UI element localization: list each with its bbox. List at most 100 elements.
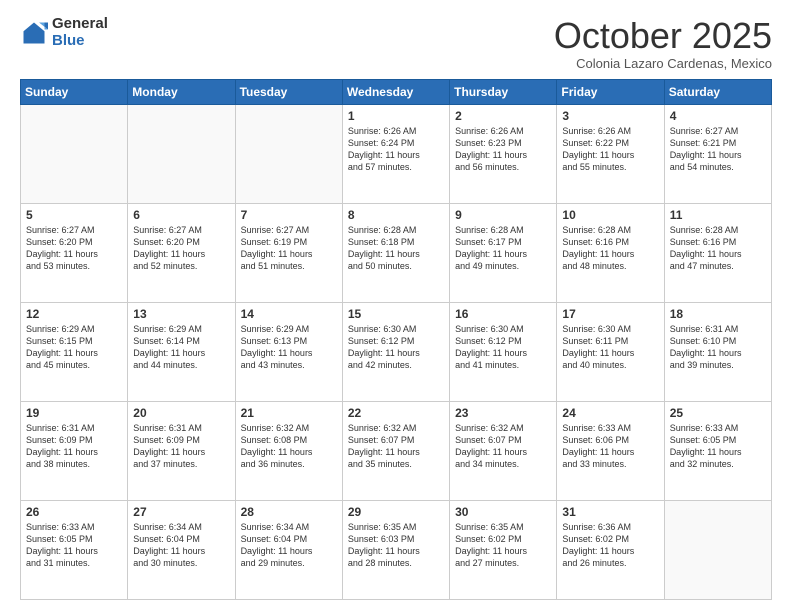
calendar-cell: 14Sunrise: 6:29 AM Sunset: 6:13 PM Dayli… — [235, 302, 342, 401]
calendar-cell: 25 Sunrise: 6:33 AM Sunset: 6:05 PM Dayli… — [664, 401, 771, 500]
day-number: 21 — [241, 406, 337, 420]
title-area: October 2025 Colonia Lazaro Cardenas, Me… — [554, 16, 772, 71]
calendar-cell: 19Sunrise: 6:31 AM Sunset: 6:09 PM Dayli… — [21, 401, 128, 500]
day-info: Sunrise: 6:27 AM Sunset: 6:20 PM Dayligh… — [26, 224, 122, 273]
day-number: 7 — [241, 208, 337, 222]
day-info: Sunrise: 6:32 AM Sunset: 6:07 PM Dayligh… — [455, 422, 551, 471]
weekday-header-thursday: Thursday — [450, 79, 557, 104]
day-number: 13 — [133, 307, 229, 321]
day-number: 16 — [455, 307, 551, 321]
day-info: Sunrise: 6:35 AM Sunset: 6:03 PM Dayligh… — [348, 521, 444, 570]
day-info: Sunrise: 6:36 AM Sunset: 6:02 PM Dayligh… — [562, 521, 658, 570]
day-info: Sunrise: 6:27 AM Sunset: 6:19 PM Dayligh… — [241, 224, 337, 273]
day-number: 27 — [133, 505, 229, 519]
day-number: 25 — [670, 406, 766, 420]
weekday-header-row: SundayMondayTuesdayWednesdayThursdayFrid… — [21, 79, 772, 104]
calendar-cell: 7 Sunrise: 6:27 AM Sunset: 6:19 PM Daylig… — [235, 203, 342, 302]
day-info: Sunrise: 6:26 AM Sunset: 6:24 PM Dayligh… — [348, 125, 444, 174]
weekday-header-wednesday: Wednesday — [342, 79, 449, 104]
calendar-cell: 4 Sunrise: 6:27 AM Sunset: 6:21 PM Daylig… — [664, 104, 771, 203]
calendar-cell: 23 Sunrise: 6:32 AM Sunset: 6:07 PM Dayli… — [450, 401, 557, 500]
calendar-cell: 26Sunrise: 6:33 AM Sunset: 6:05 PM Dayli… — [21, 500, 128, 599]
calendar-cell: 28 Sunrise: 6:34 AM Sunset: 6:04 PM Dayli… — [235, 500, 342, 599]
logo-icon — [20, 19, 48, 47]
calendar-cell: 17Sunrise: 6:30 AM Sunset: 6:11 PM Dayli… — [557, 302, 664, 401]
header: General Blue October 2025 Colonia Lazaro… — [20, 16, 772, 71]
day-info: Sunrise: 6:31 AM Sunset: 6:09 PM Dayligh… — [133, 422, 229, 471]
calendar-cell: 3 Sunrise: 6:26 AM Sunset: 6:22 PM Daylig… — [557, 104, 664, 203]
day-info: Sunrise: 6:30 AM Sunset: 6:12 PM Dayligh… — [455, 323, 551, 372]
day-number: 8 — [348, 208, 444, 222]
day-number: 19 — [26, 406, 122, 420]
calendar-cell: 15Sunrise: 6:30 AM Sunset: 6:12 PM Dayli… — [342, 302, 449, 401]
day-info: Sunrise: 6:30 AM Sunset: 6:11 PM Dayligh… — [562, 323, 658, 372]
page: General Blue October 2025 Colonia Lazaro… — [0, 0, 792, 612]
day-number: 9 — [455, 208, 551, 222]
day-number: 12 — [26, 307, 122, 321]
day-number: 6 — [133, 208, 229, 222]
calendar-week-4: 26Sunrise: 6:33 AM Sunset: 6:05 PM Dayli… — [21, 500, 772, 599]
day-info: Sunrise: 6:26 AM Sunset: 6:23 PM Dayligh… — [455, 125, 551, 174]
location-subtitle: Colonia Lazaro Cardenas, Mexico — [554, 56, 772, 71]
calendar-cell — [235, 104, 342, 203]
day-number: 18 — [670, 307, 766, 321]
calendar-cell: 31 Sunrise: 6:36 AM Sunset: 6:02 PM Dayli… — [557, 500, 664, 599]
day-info: Sunrise: 6:35 AM Sunset: 6:02 PM Dayligh… — [455, 521, 551, 570]
day-info: Sunrise: 6:31 AM Sunset: 6:10 PM Dayligh… — [670, 323, 766, 372]
day-info: Sunrise: 6:34 AM Sunset: 6:04 PM Dayligh… — [241, 521, 337, 570]
weekday-header-monday: Monday — [128, 79, 235, 104]
day-number: 23 — [455, 406, 551, 420]
calendar-cell: 9 Sunrise: 6:28 AM Sunset: 6:17 PM Daylig… — [450, 203, 557, 302]
day-number: 31 — [562, 505, 658, 519]
day-number: 5 — [26, 208, 122, 222]
day-number: 24 — [562, 406, 658, 420]
day-number: 4 — [670, 109, 766, 123]
day-number: 11 — [670, 208, 766, 222]
weekday-header-tuesday: Tuesday — [235, 79, 342, 104]
calendar-cell: 30 Sunrise: 6:35 AM Sunset: 6:02 PM Dayli… — [450, 500, 557, 599]
day-info: Sunrise: 6:33 AM Sunset: 6:05 PM Dayligh… — [670, 422, 766, 471]
day-info: Sunrise: 6:28 AM Sunset: 6:18 PM Dayligh… — [348, 224, 444, 273]
day-number: 3 — [562, 109, 658, 123]
calendar-cell: 29Sunrise: 6:35 AM Sunset: 6:03 PM Dayli… — [342, 500, 449, 599]
calendar-cell: 24Sunrise: 6:33 AM Sunset: 6:06 PM Dayli… — [557, 401, 664, 500]
calendar-cell: 20 Sunrise: 6:31 AM Sunset: 6:09 PM Dayli… — [128, 401, 235, 500]
calendar-cell — [664, 500, 771, 599]
calendar-cell: 13Sunrise: 6:29 AM Sunset: 6:14 PM Dayli… — [128, 302, 235, 401]
day-info: Sunrise: 6:32 AM Sunset: 6:07 PM Dayligh… — [348, 422, 444, 471]
calendar-cell: 8 Sunrise: 6:28 AM Sunset: 6:18 PM Daylig… — [342, 203, 449, 302]
day-number: 14 — [241, 307, 337, 321]
calendar-week-1: 5 Sunrise: 6:27 AM Sunset: 6:20 PM Daylig… — [21, 203, 772, 302]
calendar-cell: 18 Sunrise: 6:31 AM Sunset: 6:10 PM Dayli… — [664, 302, 771, 401]
day-info: Sunrise: 6:27 AM Sunset: 6:21 PM Dayligh… — [670, 125, 766, 174]
day-number: 15 — [348, 307, 444, 321]
logo-text: General Blue — [52, 16, 108, 49]
day-info: Sunrise: 6:29 AM Sunset: 6:15 PM Dayligh… — [26, 323, 122, 372]
day-number: 30 — [455, 505, 551, 519]
day-info: Sunrise: 6:32 AM Sunset: 6:08 PM Dayligh… — [241, 422, 337, 471]
calendar-week-0: 1 Sunrise: 6:26 AM Sunset: 6:24 PM Daylig… — [21, 104, 772, 203]
calendar-cell: 5 Sunrise: 6:27 AM Sunset: 6:20 PM Daylig… — [21, 203, 128, 302]
calendar-cell: 12 Sunrise: 6:29 AM Sunset: 6:15 PM Dayli… — [21, 302, 128, 401]
day-number: 1 — [348, 109, 444, 123]
day-number: 20 — [133, 406, 229, 420]
calendar-table: SundayMondayTuesdayWednesdayThursdayFrid… — [20, 79, 772, 600]
day-number: 10 — [562, 208, 658, 222]
day-info: Sunrise: 6:33 AM Sunset: 6:05 PM Dayligh… — [26, 521, 122, 570]
day-info: Sunrise: 6:26 AM Sunset: 6:22 PM Dayligh… — [562, 125, 658, 174]
calendar-cell: 2 Sunrise: 6:26 AM Sunset: 6:23 PM Daylig… — [450, 104, 557, 203]
calendar-cell — [128, 104, 235, 203]
calendar-cell: 10 Sunrise: 6:28 AM Sunset: 6:16 PM Dayli… — [557, 203, 664, 302]
calendar-cell: 6Sunrise: 6:27 AM Sunset: 6:20 PM Daylig… — [128, 203, 235, 302]
day-info: Sunrise: 6:28 AM Sunset: 6:16 PM Dayligh… — [562, 224, 658, 273]
day-number: 28 — [241, 505, 337, 519]
calendar-cell: 11Sunrise: 6:28 AM Sunset: 6:16 PM Dayli… — [664, 203, 771, 302]
calendar-cell — [21, 104, 128, 203]
weekday-header-friday: Friday — [557, 79, 664, 104]
day-number: 2 — [455, 109, 551, 123]
calendar-cell: 27Sunrise: 6:34 AM Sunset: 6:04 PM Dayli… — [128, 500, 235, 599]
day-info: Sunrise: 6:28 AM Sunset: 6:17 PM Dayligh… — [455, 224, 551, 273]
calendar-week-3: 19 Sunrise: 6:31 AM Sunset: 6:09 PM Dayli… — [21, 401, 772, 500]
logo-general: General — [52, 16, 108, 33]
weekday-header-saturday: Saturday — [664, 79, 771, 104]
